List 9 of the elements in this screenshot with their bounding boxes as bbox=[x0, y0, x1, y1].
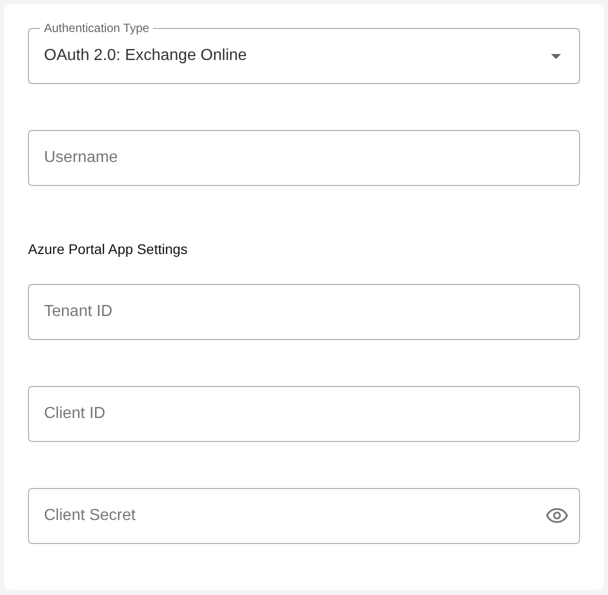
dropdown-caret-icon bbox=[551, 54, 561, 58]
input-field[interactable]: Client Secret bbox=[28, 488, 580, 544]
section-heading: Azure Portal App Settings bbox=[28, 241, 189, 257]
input-field[interactable]: Tenant ID bbox=[28, 284, 580, 340]
input-field[interactable]: Client ID bbox=[28, 386, 580, 442]
field-label: Authentication Type bbox=[40, 21, 154, 35]
eye-icon[interactable] bbox=[546, 508, 568, 523]
select-value: OAuth 2.0: Exchange Online bbox=[44, 47, 248, 65]
input-field[interactable]: Username bbox=[28, 130, 580, 186]
